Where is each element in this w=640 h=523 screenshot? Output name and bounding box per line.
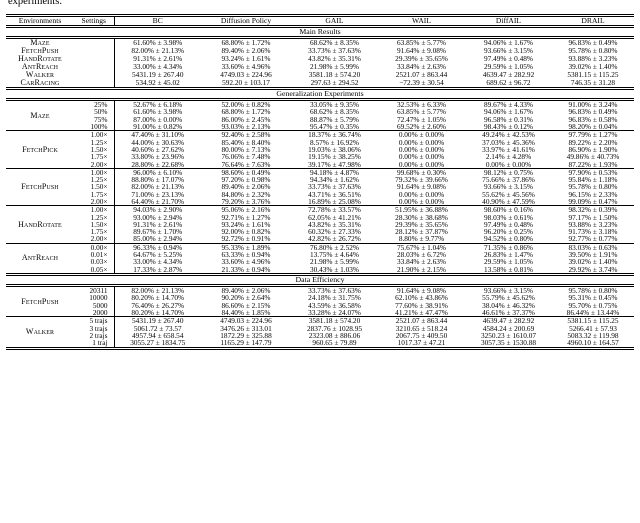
column-header-diffail: DiffAIL: [495, 16, 522, 26]
cell-diffail: 689.62 ± 96.72: [486, 78, 531, 88]
row-env-name: Walker: [25, 326, 55, 336]
cut-off-body-text: experiments.: [8, 0, 62, 7]
row-setting: [74, 46, 115, 55]
column-header-wail: WAIL: [412, 16, 431, 26]
section-banner-generalization-experiments: Generalization Experiments: [276, 89, 364, 99]
row-setting: 1 traj: [74, 339, 115, 347]
cell-drail: 4960.10 ± 164.57: [567, 338, 619, 348]
cell-diffusion-policy: 21.33% ± 0.94%: [221, 264, 271, 274]
cell-diffusion-policy: 592.20 ± 103.17: [222, 78, 270, 88]
section-banner-main-results: Main Results: [299, 26, 341, 36]
cell-wail: −72.39 ± 30.54: [399, 78, 444, 88]
row-setting: 0.05×: [74, 266, 115, 274]
row-env-name: FetchPush: [21, 182, 59, 192]
cell-diffail: 13.58% ± 0.81%: [484, 264, 533, 274]
table-rule: [6, 348, 634, 350]
rule: [6, 348, 634, 350]
cell-gail: 960.65 ± 79.89: [312, 338, 357, 348]
cell-gail: 297.63 ± 294.52: [310, 78, 359, 88]
cell-bc: 3055.27 ± 1834.75: [130, 338, 186, 348]
cell-drail: 746.35 ± 31.28: [570, 78, 616, 88]
table-row: 0.05× 17.33% ± 2.87% 21.33% ± 0.94% 30.43% …: [6, 266, 634, 274]
row-setting: [74, 38, 115, 47]
cell-diffusion-policy: 1165.29 ± 147.79: [220, 338, 272, 348]
row-setting: [74, 70, 115, 79]
cell-gail: 30.43% ± 1.03%: [310, 264, 359, 274]
section-banner-row: Generalization Experiments: [6, 90, 634, 98]
results-table: Environments Settings BC Diffusion Policy GA…: [6, 13, 634, 350]
cell-bc: 17.33% ± 2.87%: [133, 264, 183, 274]
table-header-row: Environments Settings BC Diffusion Policy GA…: [6, 16, 634, 26]
row-env-name: FetchPush: [21, 296, 59, 306]
row-setting: [74, 62, 115, 71]
cell-bc: 534.92 ± 45.02: [135, 78, 180, 88]
column-header-gail: GAIL: [325, 16, 344, 26]
row-env-name: HandRotate: [18, 219, 62, 229]
column-header-environments: Environments: [18, 16, 62, 26]
table-row: CarRacing 534.92 ± 45.02 592.20 ± 103.17 29…: [6, 79, 634, 88]
row-env-name: AntReach: [21, 253, 59, 263]
column-header-diffusion-policy: Diffusion Policy: [220, 16, 272, 26]
section-banner-row: Main Results: [6, 26, 634, 36]
cell-drail: 29.92% ± 3.74%: [568, 264, 618, 274]
row-setting: [74, 54, 115, 63]
row-setting: [74, 78, 115, 88]
column-header-drail: DRAIL: [581, 16, 605, 26]
cell-wail: 1017.37 ± 47.21: [397, 338, 446, 348]
cell-diffail: 3057.35 ± 1530.88: [480, 338, 537, 348]
results-table-body: Environments Settings BC Diffusion Policy GA…: [6, 13, 634, 350]
column-header-settings: Settings: [74, 17, 115, 26]
cell-wail: 21.90% ± 2.15%: [397, 264, 446, 274]
column-header-bc: BC: [152, 16, 163, 26]
row-env-name: FetchPick: [22, 144, 58, 154]
row-env-name: Maze: [30, 110, 50, 120]
section-banner-data-efficiency: Data Efficiency: [295, 275, 345, 285]
paper-page: experiments. Environments Settings BC Diffu…: [0, 0, 640, 523]
section-banner-row: Data Efficiency: [6, 276, 634, 284]
row-env-name: CarRacing: [20, 77, 60, 87]
table-row: 1 traj 3055.27 ± 1834.75 1165.29 ± 147.79 9…: [6, 339, 634, 347]
